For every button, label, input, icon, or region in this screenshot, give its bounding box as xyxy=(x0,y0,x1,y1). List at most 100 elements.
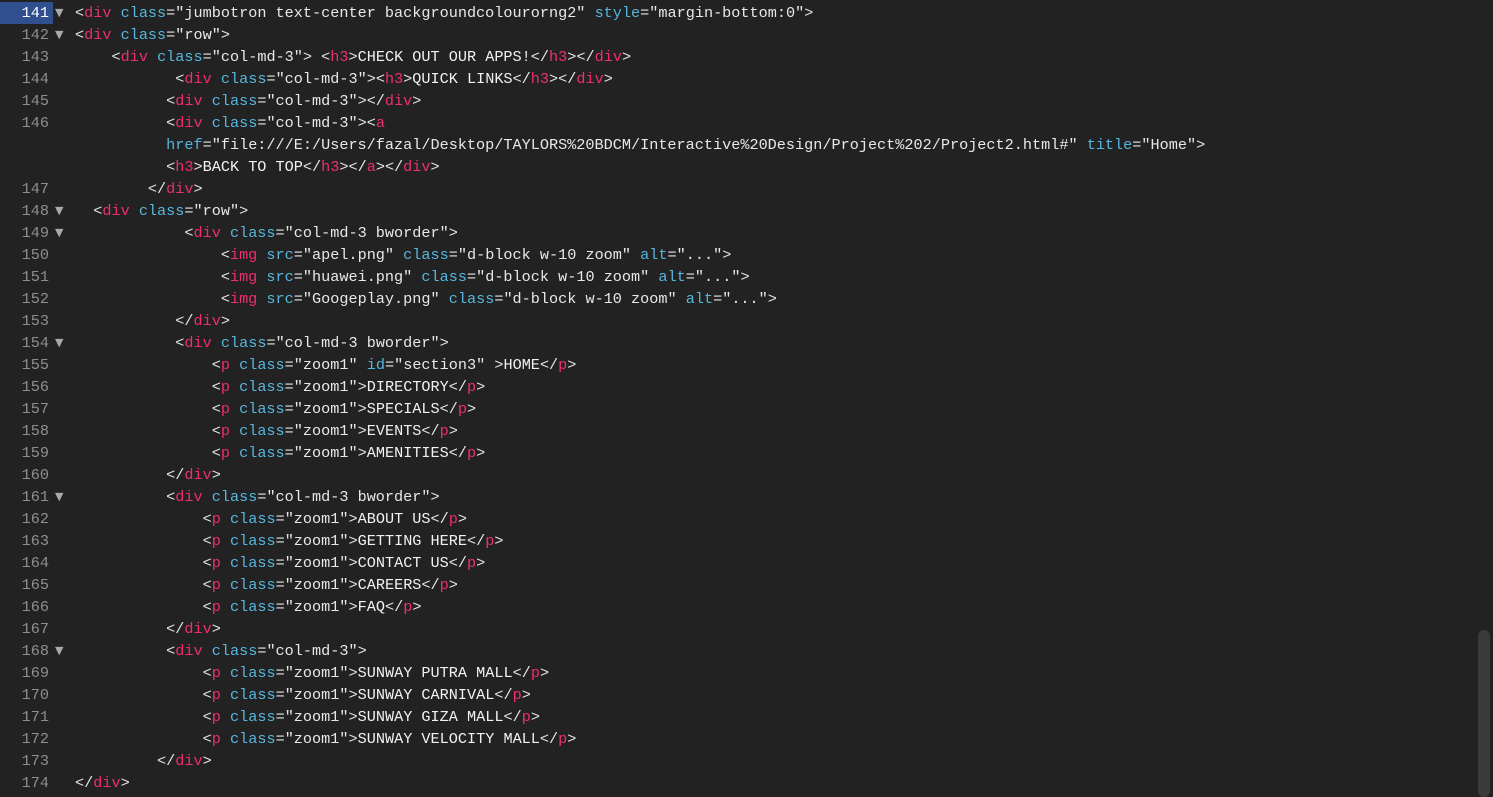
attribute-name: class xyxy=(229,224,276,242)
code-line[interactable]: <h3>BACK TO TOP</h3></a></div> xyxy=(0,156,1476,178)
code-text[interactable]: <div class="jumbotron text-center backgr… xyxy=(75,2,813,24)
code-area[interactable]: 141 ▼ <div class="jumbotron text-center ba… xyxy=(0,2,1476,794)
punctuation xyxy=(677,290,686,308)
fold-triangle-down-icon[interactable]: ▼ xyxy=(55,200,67,222)
code-text[interactable]: <p class="zoom1">SUNWAY GIZA MALL</p> xyxy=(75,706,540,728)
tag-name: div xyxy=(384,92,413,110)
code-text[interactable]: <p class="zoom1">EVENTS</p> xyxy=(75,420,458,442)
code-text[interactable]: <div class="row"> xyxy=(75,24,230,46)
tag-name: p xyxy=(220,356,230,374)
code-line[interactable]: 166 <p class="zoom1">FAQ</p> xyxy=(0,596,1476,618)
code-text[interactable]: <p class="zoom1">ABOUT US</p> xyxy=(75,508,467,530)
code-text[interactable]: <div class="col-md-3 bworder"> xyxy=(75,486,439,508)
code-text[interactable]: <p class="zoom1">SUNWAY CARNIVAL</p> xyxy=(75,684,531,706)
text-content: SPECIALS xyxy=(366,400,440,418)
code-text[interactable]: <p class="zoom1">DIRECTORY</p> xyxy=(75,376,486,398)
vertical-scrollbar-thumb[interactable] xyxy=(1478,630,1490,797)
code-text[interactable]: <div class="row"> xyxy=(75,200,248,222)
code-text[interactable]: <img src="Googeplay.png" class="d-block … xyxy=(75,288,777,310)
code-text[interactable]: <h3>BACK TO TOP</h3></a></div> xyxy=(75,156,440,178)
punctuation: > xyxy=(476,444,486,462)
tag-name: p xyxy=(211,708,221,726)
code-line[interactable]: href="file:///E:/Users/fazal/Desktop/TAY… xyxy=(0,134,1476,156)
code-line[interactable]: 144 <div class="col-md-3"><h3>QUICK LINK… xyxy=(0,68,1476,90)
code-text[interactable]: <p class="zoom1">CAREERS</p> xyxy=(75,574,458,596)
code-line[interactable]: 160 </div> xyxy=(0,464,1476,486)
code-line[interactable]: 161 ▼ <div class="col-md-3 bworder"> xyxy=(0,486,1476,508)
fold-triangle-down-icon[interactable]: ▼ xyxy=(55,332,67,354)
fold-triangle-down-icon[interactable]: ▼ xyxy=(55,486,67,508)
code-text[interactable]: <div class="col-md-3"><a xyxy=(75,112,385,134)
code-text[interactable]: <p class="zoom1">SUNWAY VELOCITY MALL</p… xyxy=(75,728,577,750)
code-text[interactable]: <p class="zoom1">FAQ</p> xyxy=(75,596,422,618)
code-line[interactable]: 141 ▼ <div class="jumbotron text-center ba… xyxy=(0,2,1476,24)
code-line[interactable]: 165 <p class="zoom1">CAREERS</p> xyxy=(0,574,1476,596)
code-text[interactable]: </div> xyxy=(75,310,230,332)
fold-triangle-down-icon[interactable]: ▼ xyxy=(55,24,67,46)
code-line[interactable]: 172 <p class="zoom1">SUNWAY VELOCITY MAL… xyxy=(0,728,1476,750)
punctuation: > xyxy=(348,554,358,572)
code-line[interactable]: 146 <div class="col-md-3"><a xyxy=(0,112,1476,134)
tag-name: img xyxy=(229,290,258,308)
code-text[interactable]: <div class="col-md-3"></div> xyxy=(75,90,421,112)
punctuation: < xyxy=(166,158,176,176)
code-line[interactable]: 167 </div> xyxy=(0,618,1476,640)
code-text[interactable]: <div class="col-md-3"> xyxy=(75,640,367,662)
code-line[interactable]: 174 </div> xyxy=(0,772,1476,794)
code-text[interactable]: <p class="zoom1">AMENITIES</p> xyxy=(75,442,486,464)
code-line[interactable]: 156 <p class="zoom1">DIRECTORY</p> xyxy=(0,376,1476,398)
code-line[interactable]: 151 <img src="huawei.png" class="d-block… xyxy=(0,266,1476,288)
code-line[interactable]: 152 <img src="Googeplay.png" class="d-bl… xyxy=(0,288,1476,310)
code-line[interactable]: 170 <p class="zoom1">SUNWAY CARNIVAL</p> xyxy=(0,684,1476,706)
code-line[interactable]: 171 <p class="zoom1">SUNWAY GIZA MALL</p… xyxy=(0,706,1476,728)
code-text[interactable]: </div> xyxy=(75,464,221,486)
code-line[interactable]: 153 </div> xyxy=(0,310,1476,332)
code-line[interactable]: 164 <p class="zoom1">CONTACT US</p> xyxy=(0,552,1476,574)
code-text[interactable]: <p class="zoom1">CONTACT US</p> xyxy=(75,552,486,574)
code-line[interactable]: 154 ▼ <div class="col-md-3 bworder"> xyxy=(0,332,1476,354)
tag-name: p xyxy=(558,356,568,374)
code-text[interactable]: <div class="col-md-3"> <h3>CHECK OUT OUR… xyxy=(75,46,631,68)
code-line[interactable]: 147 </div> xyxy=(0,178,1476,200)
code-editor[interactable]: 141 ▼ <div class="jumbotron text-center ba… xyxy=(0,0,1493,797)
code-text[interactable]: <p class="zoom1">SPECIALS</p> xyxy=(75,398,476,420)
code-line[interactable]: 163 <p class="zoom1">GETTING HERE</p> xyxy=(0,530,1476,552)
code-line[interactable]: 155 <p class="zoom1" id="section3" >HOME… xyxy=(0,354,1476,376)
code-text[interactable]: <p class="zoom1">SUNWAY PUTRA MALL</p> xyxy=(75,662,549,684)
fold-triangle-down-icon[interactable]: ▼ xyxy=(55,222,67,244)
attribute-name: class xyxy=(229,686,276,704)
code-line[interactable]: 162 <p class="zoom1">ABOUT US</p> xyxy=(0,508,1476,530)
code-text[interactable]: </div> xyxy=(75,772,130,794)
code-text[interactable]: <img src="huawei.png" class="d-block w-1… xyxy=(75,266,750,288)
code-text[interactable]: </div> xyxy=(75,178,203,200)
code-line[interactable]: 149 ▼ <div class="col-md-3 bworder"> xyxy=(0,222,1476,244)
code-text[interactable]: href="file:///E:/Users/fazal/Desktop/TAY… xyxy=(75,134,1205,156)
tag-name: div xyxy=(175,488,203,506)
fold-triangle-down-icon[interactable]: ▼ xyxy=(55,640,67,662)
code-line[interactable]: 173 </div> xyxy=(0,750,1476,772)
code-line[interactable]: 157 <p class="zoom1">SPECIALS</p> xyxy=(0,398,1476,420)
code-line[interactable]: 143 <div class="col-md-3"> <h3>CHECK OUT… xyxy=(0,46,1476,68)
fold-triangle-down-icon[interactable]: ▼ xyxy=(55,2,67,24)
code-line[interactable]: 169 <p class="zoom1">SUNWAY PUTRA MALL</… xyxy=(0,662,1476,684)
code-line[interactable]: 159 <p class="zoom1">AMENITIES</p> xyxy=(0,442,1476,464)
code-line[interactable]: 168 ▼ <div class="col-md-3"> xyxy=(0,640,1476,662)
code-line[interactable]: 145 <div class="col-md-3"></div> xyxy=(0,90,1476,112)
code-line[interactable]: 148 ▼ <div class="row"> xyxy=(0,200,1476,222)
attribute-name: class xyxy=(229,576,276,594)
code-text[interactable]: <p class="zoom1">GETTING HERE</p> xyxy=(75,530,504,552)
code-text[interactable]: </div> xyxy=(75,618,221,640)
punctuation: = xyxy=(184,202,194,220)
code-line[interactable]: 150 <img src="apel.png" class="d-block w… xyxy=(0,244,1476,266)
code-text[interactable]: <div class="col-md-3 bworder"> xyxy=(75,332,448,354)
code-line[interactable]: 158 <p class="zoom1">EVENTS</p> xyxy=(0,420,1476,442)
code-text[interactable]: <img src="apel.png" class="d-block w-10 … xyxy=(75,244,732,266)
code-text[interactable]: <p class="zoom1" id="section3" >HOME</p> xyxy=(75,354,577,376)
attribute-value: "col-md-3 bworder" xyxy=(284,224,449,242)
code-text[interactable]: <div class="col-md-3 bworder"> xyxy=(75,222,457,244)
code-line[interactable]: 142 ▼ <div class="row"> xyxy=(0,24,1476,46)
code-text[interactable]: <div class="col-md-3"><h3>QUICK LINKS</h… xyxy=(75,68,613,90)
code-text[interactable]: </div> xyxy=(75,750,212,772)
punctuation xyxy=(230,422,239,440)
punctuation: </ xyxy=(530,48,550,66)
